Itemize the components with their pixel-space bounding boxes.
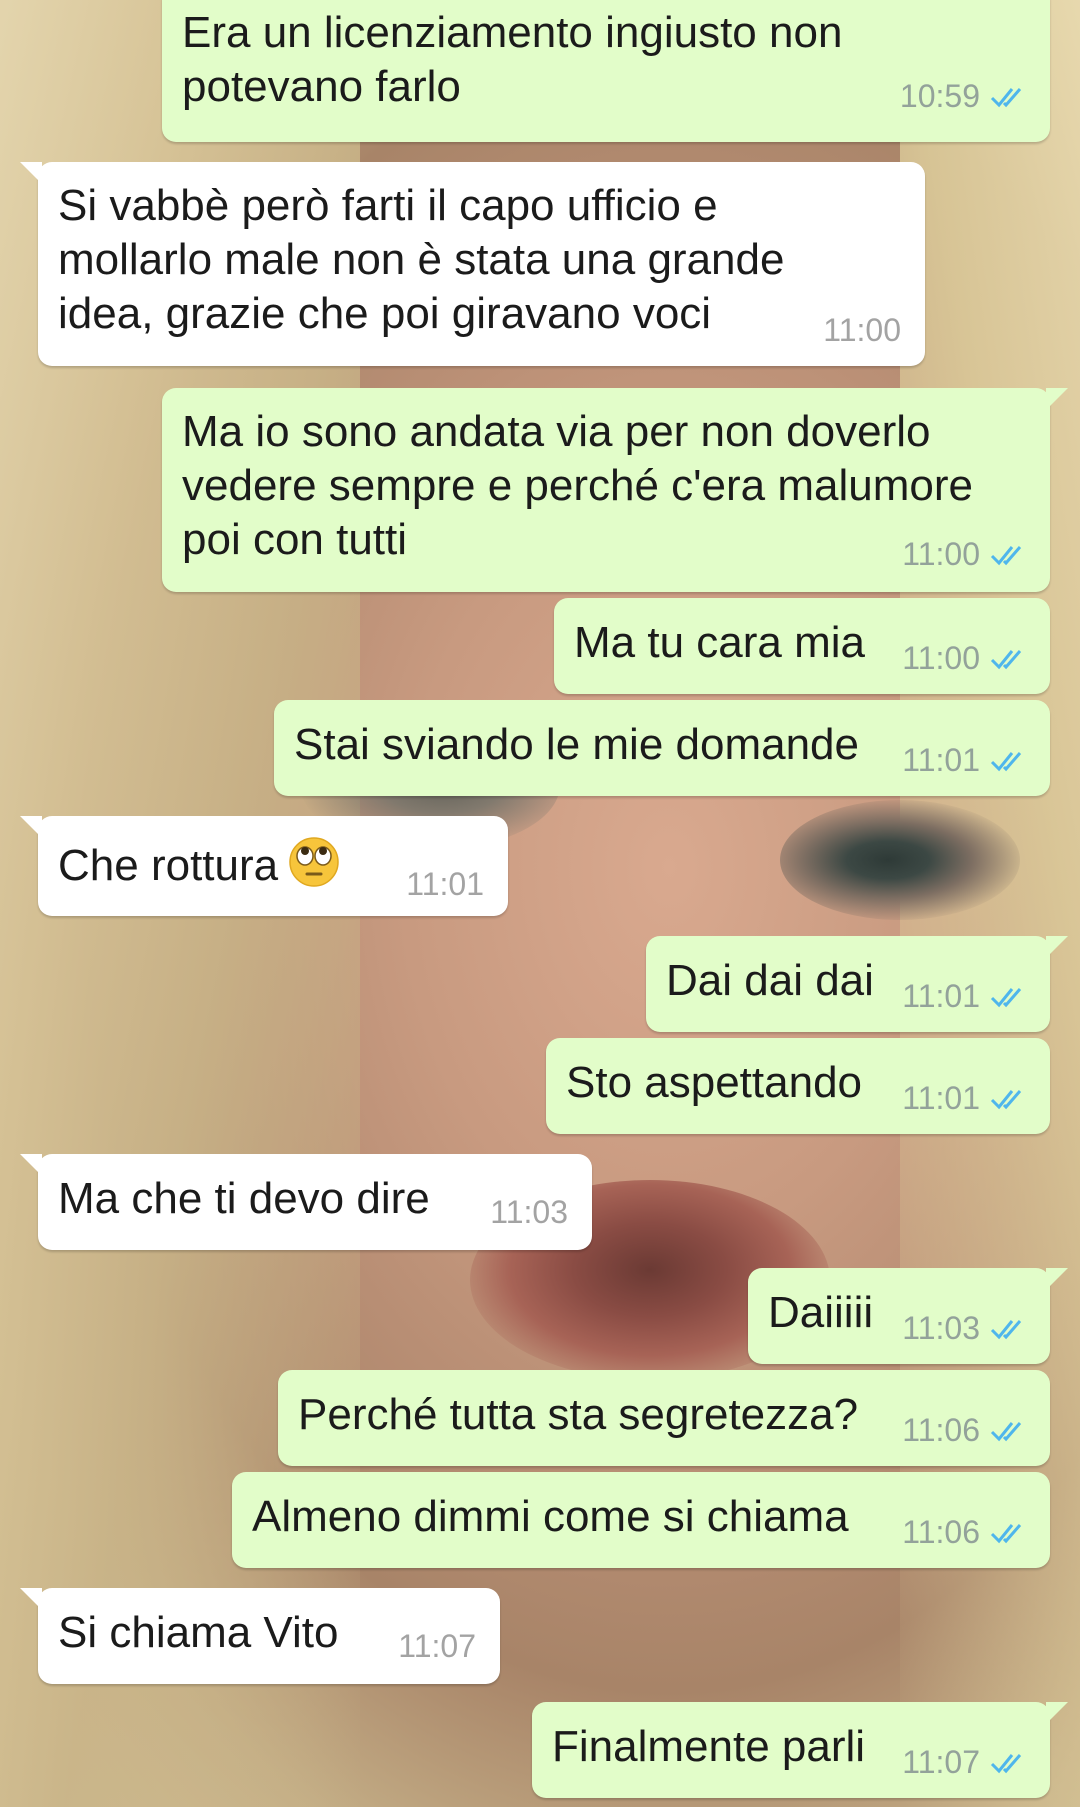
read-ticks-icon — [990, 1754, 1022, 1774]
read-ticks-icon — [990, 1422, 1022, 1442]
outgoing-message[interactable]: Sto aspettando 11:01 — [546, 1038, 1050, 1134]
bubble-tail — [20, 1588, 42, 1610]
outgoing-message[interactable]: Stai sviando le mie domande 11:01 — [274, 700, 1050, 796]
message-text: Si chiama Vito — [58, 1608, 339, 1657]
message-text: Almeno dimmi come si chiama — [252, 1492, 849, 1541]
outgoing-message[interactable]: Era un licenziamento ingiusto non poteva… — [162, 0, 1050, 142]
message-time: 10:59 — [899, 78, 980, 114]
message-time: 11:00 — [823, 312, 901, 348]
message-text: Finalmente parli — [552, 1722, 866, 1771]
message-text: Dai dai dai — [666, 956, 874, 1005]
bubble-tail — [1046, 936, 1068, 958]
read-ticks-icon — [990, 650, 1022, 670]
message-time: 11:07 — [902, 1744, 980, 1780]
outgoing-message[interactable]: Almeno dimmi come si chiama 11:06 — [232, 1472, 1050, 1568]
incoming-message[interactable]: Si chiama Vito 11:07 — [20, 1588, 500, 1684]
outgoing-message[interactable]: Ma io sono andata via per non doverlo ve… — [162, 388, 1068, 592]
outgoing-message[interactable]: Perché tutta sta segretezza? 11:06 — [278, 1370, 1050, 1466]
message-time: 11:03 — [902, 1310, 980, 1346]
message-time: 11:01 — [902, 742, 980, 778]
message-text: Daiiiii — [768, 1288, 874, 1337]
bubble-tail — [1046, 1268, 1068, 1290]
message-time: 11:00 — [902, 640, 980, 676]
bubble-tail — [20, 1154, 42, 1176]
message-list[interactable]: Era un licenziamento ingiusto non poteva… — [0, 0, 1080, 1807]
message-time: 11:07 — [398, 1628, 476, 1664]
read-ticks-icon — [990, 88, 1022, 108]
message-time: 11:01 — [902, 978, 980, 1014]
read-ticks-icon — [990, 1320, 1022, 1340]
message-text: Che rottura — [58, 836, 340, 893]
message-text: Sto aspettando — [566, 1058, 863, 1107]
message-text-content: Che rottura — [58, 841, 279, 890]
message-text: Stai sviando le mie domande — [294, 720, 859, 769]
message-text: Ma tu cara mia — [574, 618, 865, 667]
message-time: 11:03 — [490, 1194, 568, 1230]
outgoing-message[interactable]: Ma tu cara mia 11:00 — [554, 598, 1050, 694]
message-text: Si vabbè però farti il capo ufficio e mo… — [58, 181, 785, 338]
read-ticks-icon — [990, 752, 1022, 772]
read-ticks-icon — [990, 1090, 1022, 1110]
bubble-tail — [20, 162, 42, 184]
bubble-tail — [1046, 1702, 1068, 1724]
message-time: 11:06 — [902, 1514, 980, 1550]
message-time: 11:01 — [902, 1080, 980, 1116]
message-time: 11:01 — [406, 866, 484, 902]
message-text: Ma che ti devo dire — [58, 1174, 430, 1223]
read-ticks-icon — [990, 988, 1022, 1008]
incoming-message[interactable]: Si vabbè però farti il capo ufficio e mo… — [20, 162, 925, 366]
outgoing-message[interactable]: Finalmente parli 11:07 — [532, 1702, 1068, 1798]
message-time: 11:00 — [902, 536, 980, 572]
bubble-tail — [1046, 388, 1068, 410]
incoming-message[interactable]: Che rottura 11:01 — [20, 816, 508, 916]
outgoing-message[interactable]: Dai dai dai 11:01 — [646, 936, 1068, 1032]
read-ticks-icon — [990, 1524, 1022, 1544]
message-time: 11:06 — [902, 1412, 980, 1448]
face-with-rolling-eyes-icon — [289, 837, 339, 887]
read-ticks-icon — [990, 546, 1022, 566]
outgoing-message[interactable]: Daiiiii 11:03 — [748, 1268, 1068, 1364]
message-text: Perché tutta sta segretezza? — [298, 1390, 859, 1439]
incoming-message[interactable]: Ma che ti devo dire 11:03 — [20, 1154, 592, 1250]
message-text: Ma io sono andata via per non doverlo ve… — [182, 407, 973, 564]
message-text: Era un licenziamento ingiusto non poteva… — [182, 8, 843, 111]
bubble-tail — [20, 816, 42, 838]
